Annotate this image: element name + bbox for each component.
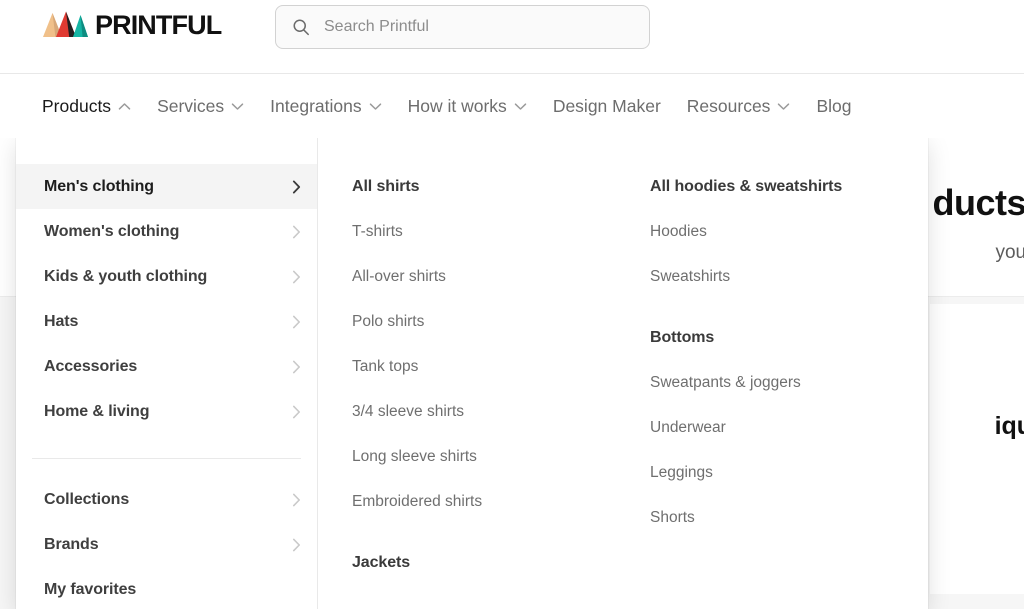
link-embroidered-shirts[interactable]: Embroidered shirts bbox=[352, 479, 616, 524]
printful-logo[interactable]: PRINTFUL bbox=[42, 10, 222, 40]
category-item-hats[interactable]: Hats bbox=[16, 299, 317, 344]
nav-item-blog[interactable]: Blog bbox=[816, 96, 851, 117]
nav-item-label: Products bbox=[42, 95, 112, 116]
chevron-down-icon bbox=[514, 102, 527, 110]
nav-item-how-it-works[interactable]: How it works bbox=[408, 96, 527, 117]
link-sweatpants-joggers[interactable]: Sweatpants & joggers bbox=[650, 360, 928, 405]
link-all-shirts[interactable]: All shirts bbox=[352, 164, 616, 209]
printful-mountains-logo-icon bbox=[43, 11, 88, 37]
link-polo-shirts[interactable]: Polo shirts bbox=[352, 299, 616, 344]
chevron-right-icon bbox=[292, 405, 300, 418]
mega-menu-category-rail: Men's clothing Women's clothing Kids & y… bbox=[16, 138, 318, 609]
category-label: Collections bbox=[44, 490, 130, 508]
nav-item-label: Integrations bbox=[270, 95, 362, 116]
chevron-up-icon bbox=[118, 102, 131, 110]
background-card bbox=[930, 304, 1024, 594]
mega-menu-column-shirts: All shirts T-shirts All-over shirts Polo… bbox=[318, 138, 616, 609]
chevron-right-icon bbox=[292, 360, 300, 373]
category-label: Kids & youth clothing bbox=[44, 267, 208, 285]
search-icon bbox=[293, 19, 309, 36]
nav-item-services[interactable]: Services bbox=[157, 96, 244, 117]
link-all-hoodies-sweatshirts[interactable]: All hoodies & sweatshirts bbox=[650, 164, 928, 209]
nav-item-label: Design Maker bbox=[552, 95, 661, 116]
background-card-title: ique bbox=[994, 412, 1024, 440]
logo-wordmark: PRINTFUL bbox=[95, 10, 222, 40]
link-sweatshirts[interactable]: Sweatshirts bbox=[650, 254, 928, 299]
link-leggings[interactable]: Leggings bbox=[650, 450, 928, 495]
link-jackets[interactable]: Jackets bbox=[352, 540, 616, 585]
category-label: Women's clothing bbox=[44, 222, 180, 240]
search-box[interactable] bbox=[275, 5, 650, 49]
link-bottoms[interactable]: Bottoms bbox=[650, 315, 928, 360]
chevron-right-icon bbox=[292, 225, 300, 238]
background-page-title: ducts bbox=[932, 182, 1024, 223]
link-tank-tops[interactable]: Tank tops bbox=[352, 344, 616, 389]
link-t-shirts[interactable]: T-shirts bbox=[352, 209, 616, 254]
nav-item-products[interactable]: Products bbox=[42, 96, 131, 117]
link-hoodies[interactable]: Hoodies bbox=[650, 209, 928, 254]
nav-item-label: How it works bbox=[407, 95, 507, 116]
chevron-right-icon bbox=[292, 493, 300, 506]
chevron-down-icon bbox=[231, 102, 244, 110]
category-label: Home & living bbox=[44, 402, 150, 420]
background-page-subtitle: your ow bbox=[995, 242, 1024, 263]
category-item-collections[interactable]: Collections bbox=[16, 477, 317, 522]
category-item-my-favorites[interactable]: My favorites bbox=[16, 567, 317, 609]
category-label: Hats bbox=[44, 312, 79, 330]
site-header: PRINTFUL bbox=[0, 0, 1024, 74]
nav-item-integrations[interactable]: Integrations bbox=[270, 96, 381, 117]
nav-item-design-maker[interactable]: Design Maker bbox=[553, 96, 661, 117]
category-item-womens-clothing[interactable]: Women's clothing bbox=[16, 209, 317, 254]
category-item-kids-youth-clothing[interactable]: Kids & youth clothing bbox=[16, 254, 317, 299]
chevron-right-icon bbox=[292, 315, 300, 328]
chevron-right-icon bbox=[292, 270, 300, 283]
search-input[interactable] bbox=[324, 18, 614, 36]
page-root: ducts your ow ique PRINTFUL bbox=[0, 0, 1024, 609]
link-shorts[interactable]: Shorts bbox=[650, 495, 928, 540]
category-item-mens-clothing[interactable]: Men's clothing bbox=[16, 164, 317, 209]
nav-item-label: Resources bbox=[686, 95, 771, 116]
chevron-right-icon bbox=[292, 179, 301, 194]
nav-item-resources[interactable]: Resources bbox=[687, 96, 791, 117]
nav-item-label: Services bbox=[157, 95, 225, 116]
link-all-over-shirts[interactable]: All-over shirts bbox=[352, 254, 616, 299]
category-item-accessories[interactable]: Accessories bbox=[16, 344, 317, 389]
products-mega-menu: Men's clothing Women's clothing Kids & y… bbox=[16, 138, 928, 609]
category-item-brands[interactable]: Brands bbox=[16, 522, 317, 567]
link-underwear[interactable]: Underwear bbox=[650, 405, 928, 450]
category-label: My favorites bbox=[44, 580, 137, 598]
link-long-sleeve-shirts[interactable]: Long sleeve shirts bbox=[352, 434, 616, 479]
chevron-down-icon bbox=[369, 102, 381, 110]
category-rail-divider bbox=[32, 458, 301, 459]
category-item-home-living[interactable]: Home & living bbox=[16, 389, 317, 434]
category-label: Accessories bbox=[44, 357, 138, 375]
chevron-down-icon bbox=[778, 102, 790, 110]
link-three-quarter-sleeve-shirts[interactable]: 3/4 sleeve shirts bbox=[352, 389, 616, 434]
main-navigation: Products Services Integrations How it wo… bbox=[0, 74, 1024, 138]
category-label: Brands bbox=[44, 535, 99, 553]
category-label: Men's clothing bbox=[44, 177, 154, 195]
chevron-right-icon bbox=[292, 538, 300, 551]
nav-item-label: Blog bbox=[816, 95, 852, 116]
mega-menu-column-hoodies: All hoodies & sweatshirts Hoodies Sweats… bbox=[616, 138, 928, 609]
